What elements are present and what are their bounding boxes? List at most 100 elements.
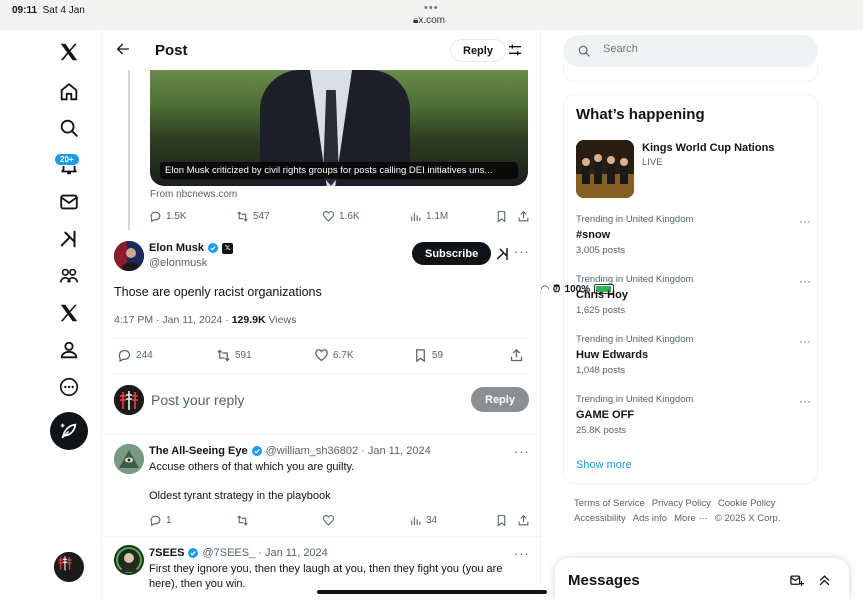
views-icon (411, 212, 421, 221)
tab-dots-icon[interactable]: ••• (424, 2, 439, 14)
footer-links: Terms of Service Privacy Policy Cookie Pol… (574, 496, 814, 526)
section-title: What’s happening (576, 106, 705, 123)
search-icon[interactable] (57, 116, 81, 140)
grok-icon[interactable] (57, 227, 81, 251)
reply-icon (150, 211, 161, 223)
repost-icon (217, 349, 230, 362)
grok-icon[interactable] (495, 246, 511, 262)
trend-item[interactable]: Trending in United Kingdom Huw Edwards 1… (576, 334, 811, 384)
like-action[interactable] (322, 514, 335, 527)
footer-link-privacy[interactable]: Privacy Policy (652, 498, 711, 509)
messages-drawer[interactable]: Messages (555, 558, 849, 600)
repost-action[interactable]: 591 (216, 348, 252, 363)
account-avatar[interactable] (54, 552, 84, 582)
reply-action[interactable]: 244 (117, 348, 153, 363)
trend-context: Trending in United Kingdom (576, 214, 694, 225)
share-action[interactable] (509, 348, 524, 363)
event-title[interactable]: Kings World Cup Nations (642, 142, 774, 154)
post-timestamp[interactable]: 4:17 PM · Jan 11, 2024 · (114, 314, 232, 326)
previous-card-edge (563, 64, 818, 82)
footer-link-more[interactable]: More ··· (674, 513, 708, 524)
footer-link-accessibility[interactable]: Accessibility (574, 513, 626, 524)
share-action[interactable] (517, 210, 530, 223)
search-icon (578, 45, 590, 57)
reply-author-avatar[interactable] (114, 444, 144, 474)
reply-author-handle[interactable]: @7SEES_ · Jan 11, 2024 (202, 547, 327, 559)
reply-text-line1: First they ignore you, then they laugh a… (149, 563, 503, 575)
verified-badge-icon (188, 548, 199, 558)
verified-badge-icon (208, 243, 219, 253)
media-caption: Elon Musk criticized by civil rights gro… (160, 162, 518, 179)
views-action[interactable]: 1.1M (409, 210, 448, 223)
event-status: LIVE (642, 157, 663, 168)
search-input[interactable] (603, 43, 803, 55)
like-action[interactable]: 6.7K (314, 348, 354, 363)
reply-text-line2: Oldest tyrant strategy in the playbook (149, 490, 331, 502)
back-arrow-icon[interactable] (115, 41, 131, 57)
trend-item[interactable]: Trending in United Kingdom GAME OFF 25.8… (576, 394, 811, 444)
reply-author-name[interactable]: 7SEES (149, 547, 184, 559)
show-more-link[interactable]: Show more (576, 459, 632, 471)
trend-more-icon[interactable]: ··· (799, 214, 811, 228)
reply-input[interactable]: Post your reply (151, 392, 244, 408)
more-icon[interactable] (57, 375, 81, 399)
new-message-icon[interactable] (789, 573, 804, 588)
premium-icon[interactable] (57, 301, 81, 325)
post-more-icon[interactable]: ··· (514, 244, 530, 259)
author-avatar[interactable] (114, 241, 144, 271)
compose-post-button[interactable] (50, 412, 88, 450)
home-icon[interactable] (57, 80, 81, 104)
footer-link-cookie[interactable]: Cookie Policy (718, 498, 776, 509)
profile-icon[interactable] (57, 338, 81, 362)
quoted-media-image[interactable]: Elon Musk criticized by civil rights gro… (150, 70, 528, 186)
repost-action[interactable]: 547 (236, 210, 270, 223)
trend-count: 25.8K posts (576, 425, 627, 436)
bookmark-action[interactable] (495, 514, 508, 527)
trend-item[interactable]: Trending in United Kingdom Chris Hoy 1,6… (576, 274, 811, 324)
expand-drawer-icon[interactable] (817, 573, 832, 588)
divider (114, 338, 530, 339)
trend-item[interactable]: Trending in United Kingdom #snow 3,005 p… (576, 214, 811, 264)
share-action[interactable] (517, 514, 530, 527)
reply-author-name[interactable]: The All-Seeing Eye (149, 445, 248, 457)
reply-action[interactable]: 1 (149, 514, 172, 527)
filter-settings-icon[interactable] (507, 42, 523, 58)
event-image[interactable] (576, 140, 634, 198)
affiliate-x-icon: 𝕏 (222, 242, 234, 254)
trend-context: Trending in United Kingdom (576, 334, 694, 345)
bookmark-action[interactable] (495, 210, 508, 223)
search-box[interactable] (563, 35, 818, 67)
footer-link-terms[interactable]: Terms of Service (574, 498, 645, 509)
author-name[interactable]: Elon Musk 𝕏 (149, 242, 234, 254)
like-action[interactable]: 1.6K (322, 210, 360, 223)
x-logo-icon[interactable] (57, 40, 81, 64)
reply-author-avatar[interactable] (114, 545, 144, 575)
reply-icon (150, 515, 161, 527)
view-count: 34 (426, 515, 438, 526)
footer-link-ads[interactable]: Ads info (633, 513, 667, 524)
views-label: Views (265, 314, 297, 326)
author-handle[interactable]: @elonmusk (149, 257, 207, 269)
reply-action[interactable]: 1.5K (149, 210, 187, 223)
messages-icon[interactable] (57, 190, 81, 214)
reply-more-icon[interactable]: ··· (514, 546, 530, 561)
reply-submit-button[interactable]: Reply (471, 387, 529, 412)
trend-more-icon[interactable]: ··· (799, 334, 811, 348)
reply-author-handle[interactable]: @william_sh36802 · Jan 11, 2024 (266, 445, 431, 457)
link-source[interactable]: From nbcnews.com (150, 189, 237, 200)
status-time: 09:11 Sat 4 Jan (12, 5, 85, 16)
repost-action[interactable] (236, 514, 249, 527)
left-nav: 20+ (0, 30, 102, 600)
trend-more-icon[interactable]: ··· (799, 394, 811, 408)
communities-icon[interactable] (57, 264, 81, 288)
header-reply-button[interactable]: Reply (450, 39, 506, 62)
author-name-text: Elon Musk (149, 242, 205, 254)
thread-line (128, 70, 130, 230)
subscribe-button[interactable]: Subscribe (412, 242, 492, 265)
url-bar[interactable]: 🔒︎x.com (413, 15, 445, 26)
bookmark-action[interactable]: 59 (413, 348, 443, 363)
reply-icon (118, 349, 131, 363)
reply-more-icon[interactable]: ··· (514, 444, 530, 459)
views-action[interactable]: 34 (409, 514, 437, 527)
trend-more-icon[interactable]: ··· (799, 274, 811, 288)
